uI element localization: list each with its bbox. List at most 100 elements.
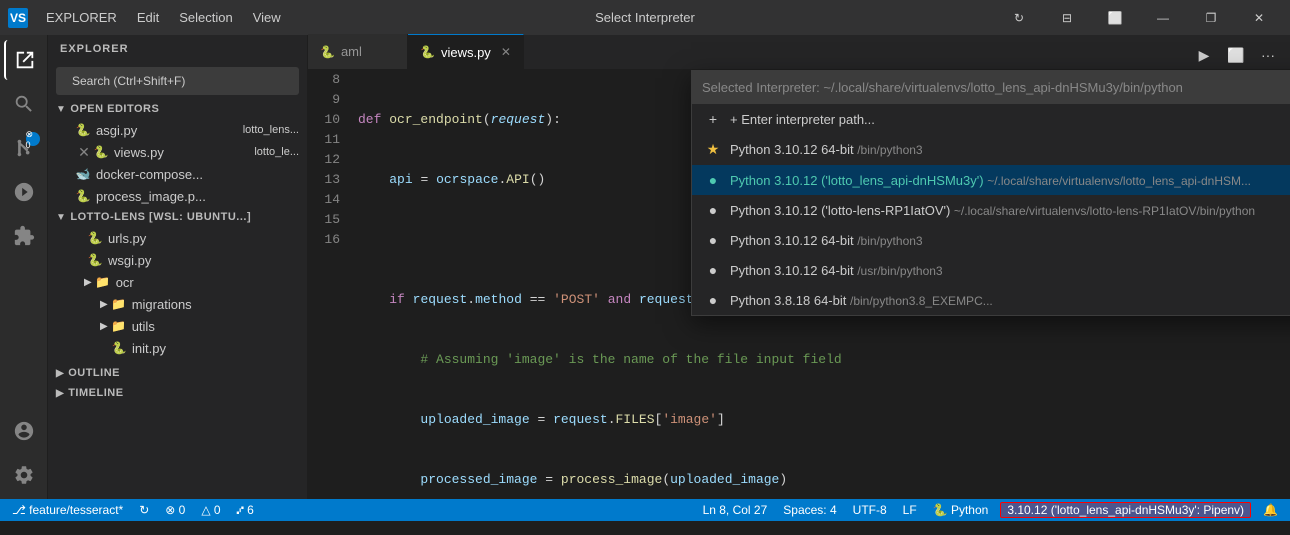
- status-encoding[interactable]: UTF-8: [849, 503, 891, 517]
- interpreter-list: + + Enter interpreter path... ★ Python 3…: [692, 104, 1290, 315]
- tab-views-label: views.py: [441, 45, 491, 60]
- folder-ocr-chevron: ▶: [84, 277, 92, 288]
- close-btn[interactable]: ✕: [1236, 0, 1282, 35]
- refresh-btn[interactable]: ↻: [996, 0, 1042, 35]
- tab-views-close-icon[interactable]: ✕: [501, 45, 511, 59]
- interpreter-pipenv[interactable]: ● Python 3.10.12 ('lotto_lens_api-dnHSMu…: [692, 165, 1290, 195]
- interpreter-global1[interactable]: ● Python 3.10.12 64-bit /bin/python3 Glo…: [692, 225, 1290, 255]
- more-actions-btn[interactable]: ···: [1254, 41, 1282, 69]
- folder-utils-name: utils: [132, 319, 299, 334]
- code-line-14: processed_image = process_image(uploaded…: [358, 470, 1280, 490]
- maximize-btn[interactable]: ❐: [1188, 0, 1234, 35]
- venv1-icon: ●: [704, 202, 722, 218]
- status-signal[interactable]: ⑇ 6: [233, 503, 258, 517]
- menu-view[interactable]: View: [245, 6, 289, 29]
- folder-ocr[interactable]: ▶ 📁 ocr: [48, 271, 307, 293]
- file-asgi[interactable]: 🐍 asgi.py lotto_lens...: [48, 119, 307, 141]
- interpreter-python38[interactable]: ● Python 3.8.18 64-bit /bin/python3.8_EX…: [692, 285, 1290, 315]
- workspace-section[interactable]: ▼ LOTTO-LENS [WSL: UBUNTU...]: [48, 207, 307, 227]
- sidebar: EXPLORER Search (Ctrl+Shift+F) ▼ OPEN ED…: [48, 35, 308, 499]
- search-box[interactable]: Search (Ctrl+Shift+F): [56, 67, 299, 95]
- file-views[interactable]: ✕ 🐍 views.py lotto_le...: [48, 141, 307, 163]
- python-icon-process: 🐍: [76, 189, 90, 203]
- window-title: Select Interpreter: [595, 10, 695, 25]
- interpreter-search-input[interactable]: [702, 80, 1290, 95]
- interpreter-python-recommended[interactable]: ★ Python 3.10.12 64-bit /bin/python3 Rec…: [692, 134, 1290, 165]
- global2-icon: ●: [704, 262, 722, 278]
- folder-icon-migrations: 📁: [112, 297, 126, 311]
- file-init[interactable]: 🐍 init.py: [48, 337, 307, 359]
- tab-views[interactable]: 🐍 views.py ✕: [408, 34, 524, 69]
- docker-icon: 🐋: [76, 167, 90, 181]
- line-num-12: 12: [316, 150, 340, 170]
- line-num-9: 9: [316, 90, 340, 110]
- split-editor-action[interactable]: ⬜: [1222, 41, 1250, 69]
- tab-bar: 🐍 aml 🐍 views.py ✕ ▶ ⬜ ···: [308, 35, 1290, 70]
- interp-global2-name: Python 3.10.12 64-bit /usr/bin/python3: [730, 263, 1290, 278]
- folder-utils[interactable]: ▶ 📁 utils: [48, 315, 307, 337]
- editor-area: 🐍 aml 🐍 views.py ✕ ▶ ⬜ ··· 8 9 10 11 12: [308, 35, 1290, 499]
- activity-account[interactable]: [4, 411, 44, 451]
- line-num-10: 10: [316, 110, 340, 130]
- status-line-ending[interactable]: LF: [899, 503, 921, 517]
- folder-utils-chevron: ▶: [100, 321, 108, 332]
- status-bell[interactable]: 🔔: [1259, 503, 1282, 517]
- add-interpreter-path[interactable]: + + Enter interpreter path...: [692, 104, 1290, 134]
- tab-aml-icon: 🐍: [320, 45, 335, 59]
- minimize-btn[interactable]: —: [1140, 0, 1186, 35]
- menu-selection[interactable]: Selection: [171, 6, 240, 29]
- workspace-chevron: ▼: [56, 212, 66, 223]
- folder-icon-utils: 📁: [112, 319, 126, 333]
- status-position[interactable]: Ln 8, Col 27: [699, 503, 772, 517]
- interpreter-search-bar[interactable]: ↻: [692, 71, 1290, 104]
- interp-python38-name: Python 3.8.18 64-bit /bin/python3.8_EXEM…: [730, 293, 1290, 308]
- split-editor-btn[interactable]: ⊟: [1044, 0, 1090, 35]
- activity-explorer[interactable]: [4, 40, 44, 80]
- interpreter-modal: ↻ + + Enter interpreter path... ★ Python…: [691, 70, 1290, 316]
- status-sync[interactable]: ↻: [135, 503, 153, 517]
- toggle-panel-btn[interactable]: ⬜: [1092, 0, 1138, 35]
- status-language[interactable]: 🐍 Python: [929, 503, 993, 517]
- status-errors[interactable]: ⊗ 0: [161, 503, 189, 517]
- python-icon-views: 🐍: [94, 145, 108, 159]
- activity-git[interactable]: ⊗ 0: [4, 128, 44, 168]
- status-warnings[interactable]: △ 0: [197, 503, 224, 517]
- folder-migrations[interactable]: ▶ 📁 migrations: [48, 293, 307, 315]
- title-bar: VS EXPLORER Edit Selection View Select I…: [0, 0, 1290, 35]
- menu-edit[interactable]: Edit: [129, 6, 167, 29]
- star-icon: ★: [704, 141, 722, 158]
- menu-file[interactable]: EXPLORER: [38, 6, 125, 29]
- status-interpreter[interactable]: 3.10.12 ('lotto_lens_api-dnHSMu3y': Pipe…: [1000, 502, 1251, 518]
- activity-search[interactable]: [4, 84, 44, 124]
- file-process[interactable]: 🐍 process_image.p...: [48, 185, 307, 207]
- file-wsgi[interactable]: 🐍 wsgi.py: [48, 249, 307, 271]
- run-btn[interactable]: ▶: [1190, 41, 1218, 69]
- activity-extensions[interactable]: [4, 216, 44, 256]
- line-num-11: 11: [316, 130, 340, 150]
- activity-run[interactable]: [4, 172, 44, 212]
- file-urls[interactable]: 🐍 urls.py: [48, 227, 307, 249]
- file-views-close[interactable]: ✕: [76, 144, 92, 161]
- line-num-15: 15: [316, 210, 340, 230]
- timeline-section[interactable]: ▶ TIMELINE: [48, 383, 307, 403]
- outline-section[interactable]: ▶ OUTLINE: [48, 363, 307, 383]
- status-spaces[interactable]: Spaces: 4: [779, 503, 840, 517]
- git-branch-icon: ⎇: [12, 503, 26, 517]
- pipenv-icon: ●: [704, 172, 722, 188]
- tab-aml[interactable]: 🐍 aml: [308, 34, 408, 69]
- code-line-13: uploaded_image = request.FILES['image']: [358, 410, 1280, 430]
- line-num-13: 13: [316, 170, 340, 190]
- interp-venv1-name: Python 3.10.12 ('lotto-lens-RP1IatOV') ~…: [730, 203, 1290, 218]
- main-layout: ⊗ 0 EXPLORER Search (Ctrl+Shift+F) ▼ OPE…: [0, 35, 1290, 499]
- file-docker-name: docker-compose...: [96, 167, 299, 182]
- open-editors-section[interactable]: ▼ OPEN EDITORS: [48, 99, 307, 119]
- branch-name: feature/tesseract*: [29, 503, 123, 517]
- file-docker[interactable]: 🐋 docker-compose...: [48, 163, 307, 185]
- python-icon-wsgi: 🐍: [88, 253, 102, 267]
- status-right: Ln 8, Col 27 Spaces: 4 UTF-8 LF 🐍 Python…: [699, 502, 1282, 518]
- file-process-name: process_image.p...: [96, 189, 299, 204]
- interpreter-venv1[interactable]: ● Python 3.10.12 ('lotto-lens-RP1IatOV')…: [692, 195, 1290, 225]
- activity-settings[interactable]: [4, 455, 44, 495]
- interpreter-global2[interactable]: ● Python 3.10.12 64-bit /usr/bin/python3: [692, 255, 1290, 285]
- status-branch[interactable]: ⎇ feature/tesseract*: [8, 503, 127, 517]
